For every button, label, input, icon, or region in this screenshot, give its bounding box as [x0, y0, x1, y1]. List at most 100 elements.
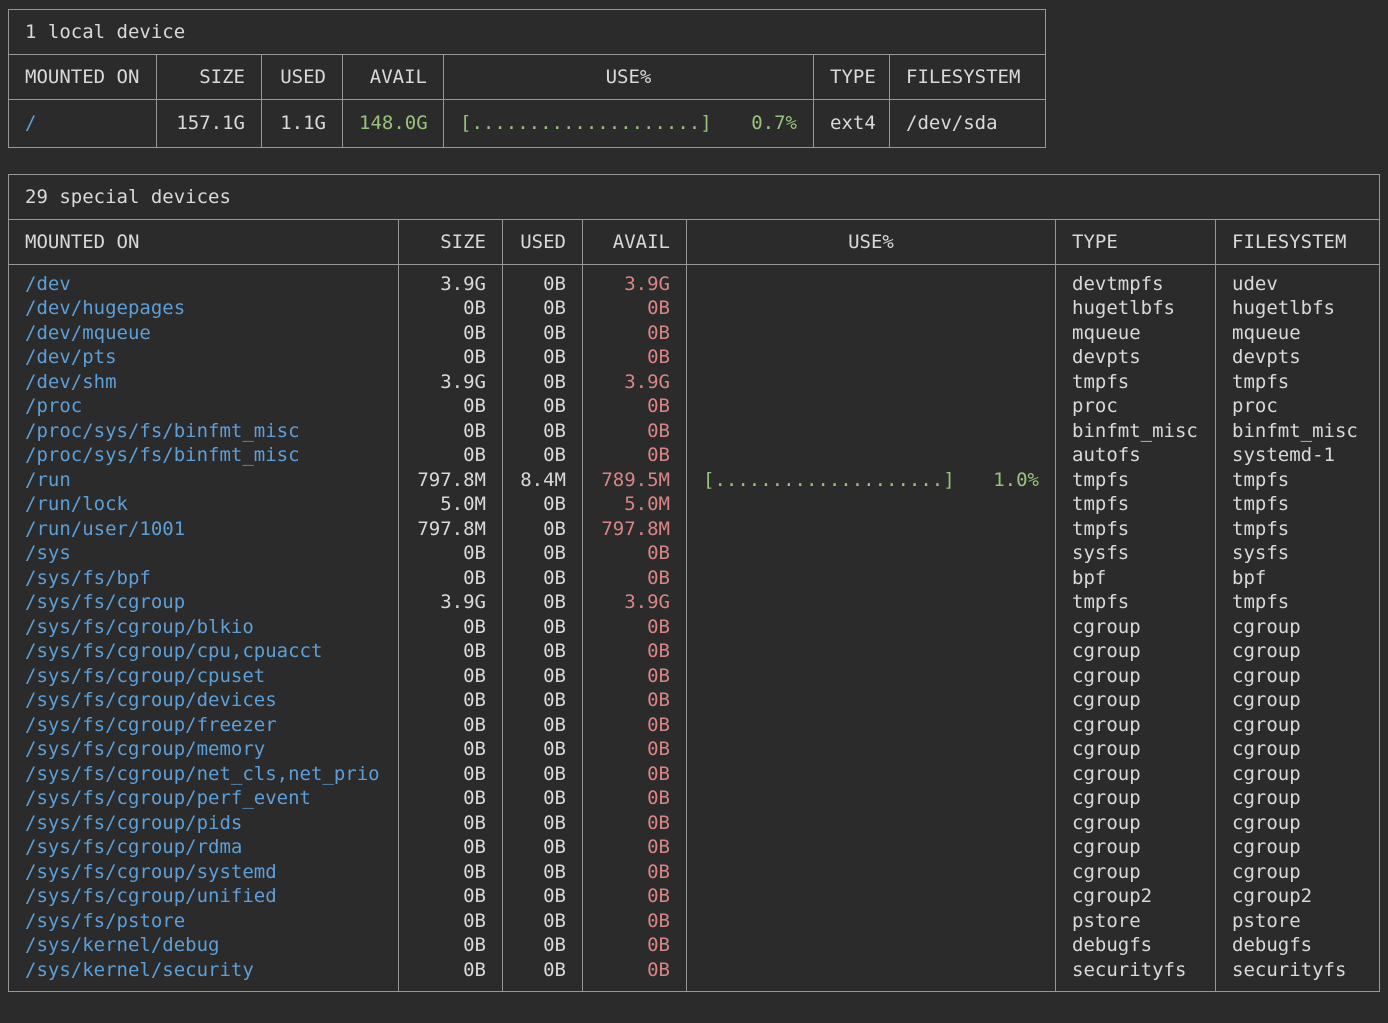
fs-type: tmpfs [1056, 517, 1215, 542]
size-value: 0B [399, 639, 502, 664]
used-value: 0B [503, 370, 582, 395]
avail-value: 0B [583, 296, 686, 321]
use-percent-cell [687, 811, 1055, 836]
avail-value: 0B [583, 713, 686, 738]
filesystem-name: securityfs [1216, 958, 1379, 983]
col-header-filesystem: FILESYSTEM [1216, 220, 1379, 264]
col-header-mounted-on: MOUNTED ON [9, 220, 399, 264]
mount-point: / [9, 111, 156, 136]
mount-point: /sys/kernel/debug [9, 933, 398, 958]
filesystem-name: devpts [1216, 345, 1379, 370]
mount-point: /dev/hugepages [9, 296, 398, 321]
avail-value: 0B [583, 835, 686, 860]
body-column-used: 0B0B0B0B0B0B0B0B8.4M0B0B0B0B0B0B0B0B0B0B… [503, 265, 583, 992]
size-value: 0B [399, 884, 502, 909]
size-value: 0B [399, 835, 502, 860]
used-value: 0B [503, 321, 582, 346]
use-percent-cell [687, 541, 1055, 566]
used-value: 0B [503, 296, 582, 321]
col-header-mounted-on: MOUNTED ON [9, 55, 157, 99]
used-value: 0B [503, 884, 582, 909]
body-column-filesystem: udevhugetlbfsmqueuedevptstmpfsprocbinfmt… [1216, 265, 1379, 992]
size-value: 3.9G [399, 370, 502, 395]
avail-value: 789.5M [583, 468, 686, 493]
col-header-avail: AVAIL [583, 220, 687, 264]
local-table-body: /157.1G1.1G148.0G[....................]0… [9, 100, 1045, 147]
filesystem-name: cgroup [1216, 786, 1379, 811]
avail-value: 0B [583, 860, 686, 885]
avail-value: 0B [583, 345, 686, 370]
filesystem-name: bpf [1216, 566, 1379, 591]
size-value: 0B [399, 713, 502, 738]
avail-value: 0B [583, 394, 686, 419]
fs-type: devtmpfs [1056, 272, 1215, 297]
size-value: 0B [399, 786, 502, 811]
avail-value: 0B [583, 933, 686, 958]
use-percent-cell [687, 492, 1055, 517]
fs-type: tmpfs [1056, 370, 1215, 395]
filesystem-name: tmpfs [1216, 590, 1379, 615]
size-value: 0B [399, 909, 502, 934]
filesystem-name: proc [1216, 394, 1379, 419]
use-percent-cell [687, 443, 1055, 468]
size-value: 797.8M [399, 517, 502, 542]
avail-value: 3.9G [583, 272, 686, 297]
fs-type: cgroup [1056, 762, 1215, 787]
special-table-header: MOUNTED ONSIZEUSEDAVAILUSE%TYPEFILESYSTE… [9, 220, 1379, 265]
mount-point: /sys/fs/bpf [9, 566, 398, 591]
filesystem-name: cgroup [1216, 737, 1379, 762]
used-value: 0B [503, 615, 582, 640]
filesystem-name: cgroup [1216, 615, 1379, 640]
use-percent-cell [687, 737, 1055, 762]
fs-type: debugfs [1056, 933, 1215, 958]
avail-value: 5.0M [583, 492, 686, 517]
use-percent-cell [687, 786, 1055, 811]
use-percent-cell [687, 909, 1055, 934]
col-header-use-percent: USE% [687, 220, 1056, 264]
size-value: 3.9G [399, 272, 502, 297]
filesystem-name: udev [1216, 272, 1379, 297]
avail-value: 0B [583, 321, 686, 346]
body-column-type: devtmpfshugetlbfsmqueuedevptstmpfsprocbi… [1056, 265, 1216, 992]
size-value: 0B [399, 321, 502, 346]
body-column-size: 157.1G [157, 100, 262, 147]
used-value: 0B [503, 688, 582, 713]
size-value: 0B [399, 541, 502, 566]
filesystem-name: tmpfs [1216, 370, 1379, 395]
used-value: 0B [503, 933, 582, 958]
usage-bar: [....................] [703, 468, 955, 493]
mount-point: /run/lock [9, 492, 398, 517]
avail-value: 3.9G [583, 370, 686, 395]
filesystem-name: binfmt_misc [1216, 419, 1379, 444]
fs-type: tmpfs [1056, 590, 1215, 615]
avail-value: 3.9G [583, 590, 686, 615]
mount-point: /sys/fs/cgroup/blkio [9, 615, 398, 640]
size-value: 0B [399, 688, 502, 713]
size-value: 0B [399, 811, 502, 836]
body-column-mounted-on: / [9, 100, 157, 147]
size-value: 0B [399, 860, 502, 885]
size-value: 0B [399, 394, 502, 419]
used-value: 0B [503, 909, 582, 934]
used-value: 0B [503, 713, 582, 738]
fs-type: pstore [1056, 909, 1215, 934]
fs-type: cgroup [1056, 615, 1215, 640]
filesystem-name: cgroup [1216, 860, 1379, 885]
used-value: 0B [503, 664, 582, 689]
mount-point: /run/user/1001 [9, 517, 398, 542]
mount-point: /sys/fs/cgroup/systemd [9, 860, 398, 885]
avail-value: 0B [583, 419, 686, 444]
use-percent-cell [687, 566, 1055, 591]
avail-value: 0B [583, 443, 686, 468]
body-column-size: 3.9G0B0B0B3.9G0B0B0B797.8M5.0M797.8M0B0B… [399, 265, 503, 992]
body-column-use: [....................]1.0% [687, 265, 1056, 992]
use-percent-cell [687, 958, 1055, 983]
col-header-type: TYPE [1056, 220, 1216, 264]
local-table-title: 1 local device [9, 10, 1045, 55]
use-percent-cell [687, 762, 1055, 787]
mount-point: /sys/fs/cgroup/unified [9, 884, 398, 909]
body-column-avail: 148.0G [343, 100, 444, 147]
avail-value: 0B [583, 688, 686, 713]
use-percent-cell [687, 345, 1055, 370]
filesystem-name: systemd-1 [1216, 443, 1379, 468]
